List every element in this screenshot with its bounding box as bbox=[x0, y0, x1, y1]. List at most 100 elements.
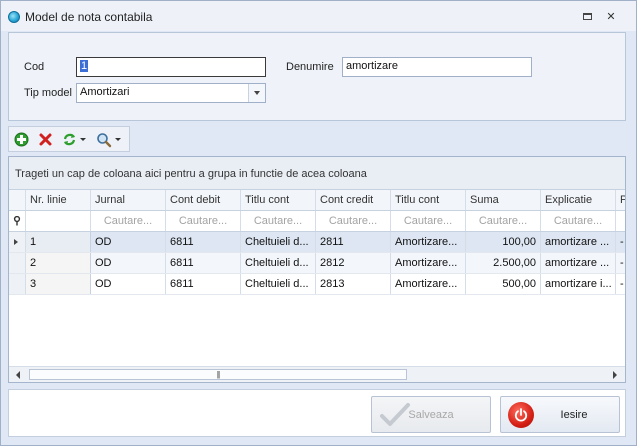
column-header-titlu-cont-debit[interactable]: Titlu cont bbox=[241, 190, 316, 210]
current-row-arrow-icon bbox=[14, 239, 18, 245]
filter-cell-titlu-cont-credit[interactable]: Cautare... bbox=[391, 211, 466, 231]
filter-cell-cont-debit[interactable]: Cautare... bbox=[166, 211, 241, 231]
row-indicator-header bbox=[9, 190, 26, 210]
cell-titlu-cont-debit[interactable]: Cheltuieli d... bbox=[241, 232, 316, 252]
cell-nr-linie[interactable]: 3 bbox=[26, 274, 91, 294]
denumire-label: Denumire bbox=[286, 61, 334, 73]
grid-toolbar bbox=[8, 126, 130, 152]
cell-cont-credit[interactable]: 2812 bbox=[316, 253, 391, 273]
filter-cell-titlu-cont-debit[interactable]: Cautare... bbox=[241, 211, 316, 231]
title-bar[interactable]: Model de nota contabila ✕ bbox=[1, 1, 636, 31]
column-header-explicatie[interactable]: Explicatie bbox=[541, 190, 616, 210]
cell-titlu-cont-debit[interactable]: Cheltuieli d... bbox=[241, 274, 316, 294]
row-indicator bbox=[9, 253, 26, 273]
cell-suma[interactable]: 100,00 bbox=[466, 232, 541, 252]
cell-suma[interactable]: 2.500,00 bbox=[466, 253, 541, 273]
filter-pin-icon bbox=[13, 215, 21, 226]
refresh-dropdown-icon[interactable] bbox=[80, 138, 86, 141]
data-grid: Trageti un cap de coloana aici pentru a … bbox=[8, 156, 626, 383]
column-header-cont-credit[interactable]: Cont credit bbox=[316, 190, 391, 210]
cell-titlu-cont-credit[interactable]: Amortizare... bbox=[391, 232, 466, 252]
cell-cont-credit[interactable]: 2811 bbox=[316, 232, 391, 252]
filter-cell-explicatie[interactable]: Cautare... bbox=[541, 211, 616, 231]
filter-cell-suma[interactable]: Cautare... bbox=[466, 211, 541, 231]
delete-icon bbox=[39, 133, 52, 146]
delete-button[interactable] bbox=[38, 131, 53, 148]
filter-cell-p[interactable] bbox=[616, 211, 625, 231]
scroll-left-button[interactable] bbox=[11, 368, 25, 381]
filter-cell-nr-linie[interactable] bbox=[26, 211, 91, 231]
close-button[interactable]: ✕ bbox=[604, 10, 618, 23]
row-indicator bbox=[9, 274, 26, 294]
cod-value: 1 bbox=[80, 60, 89, 72]
scroll-right-button[interactable] bbox=[608, 368, 622, 381]
cell-titlu-cont-credit[interactable]: Amortizare... bbox=[391, 274, 466, 294]
cell-nr-linie[interactable]: 1 bbox=[26, 232, 91, 252]
app-icon bbox=[8, 11, 20, 23]
cell-jurnal[interactable]: OD bbox=[91, 253, 166, 273]
exit-button[interactable]: Iesire bbox=[500, 396, 620, 433]
cell-p[interactable]: - bbox=[616, 232, 625, 252]
cell-explicatie[interactable]: amortizare ... bbox=[541, 232, 616, 252]
group-panel[interactable]: Trageti un cap de coloana aici pentru a … bbox=[9, 157, 625, 190]
arrow-left-icon bbox=[16, 370, 20, 379]
add-button[interactable] bbox=[14, 131, 29, 148]
save-button-label: Salveaza bbox=[408, 408, 454, 421]
cell-explicatie[interactable]: amortizare i... bbox=[541, 274, 616, 294]
cod-input[interactable]: 1 bbox=[76, 57, 266, 77]
tip-model-combo[interactable]: Amortizari bbox=[76, 83, 266, 103]
column-header-jurnal[interactable]: Jurnal bbox=[91, 190, 166, 210]
cod-label: Cod bbox=[24, 61, 45, 73]
cell-cont-debit[interactable]: 6811 bbox=[166, 274, 241, 294]
column-header-p[interactable]: P bbox=[616, 190, 625, 210]
cell-cont-debit[interactable]: 6811 bbox=[166, 232, 241, 252]
search-icon bbox=[97, 132, 112, 147]
column-header-suma[interactable]: Suma bbox=[466, 190, 541, 210]
column-header-cont-debit[interactable]: Cont debit bbox=[166, 190, 241, 210]
search-button[interactable] bbox=[96, 131, 121, 148]
filter-row-icon bbox=[9, 211, 26, 231]
cell-cont-debit[interactable]: 6811 bbox=[166, 253, 241, 273]
window-title: Model de nota contabila bbox=[25, 10, 153, 24]
close-icon: ✕ bbox=[606, 10, 616, 23]
tip-model-value: Amortizari bbox=[80, 86, 130, 98]
cell-nr-linie[interactable]: 2 bbox=[26, 253, 91, 273]
add-icon bbox=[14, 132, 29, 147]
cell-suma[interactable]: 500,00 bbox=[466, 274, 541, 294]
table-row[interactable]: 1 OD 6811 Cheltuieli d... 2811 Amortizar… bbox=[9, 232, 625, 253]
restore-button[interactable] bbox=[580, 10, 594, 22]
cell-p[interactable]: - bbox=[616, 253, 625, 273]
column-header-nr-linie[interactable]: Nr. linie bbox=[26, 190, 91, 210]
cell-p[interactable]: - bbox=[616, 274, 625, 294]
exit-button-label: Iesire bbox=[560, 408, 588, 421]
denumire-input[interactable]: amortizare bbox=[342, 57, 532, 77]
table-row[interactable]: 3 OD 6811 Cheltuieli d... 2813 Amortizar… bbox=[9, 274, 625, 295]
cell-cont-credit[interactable]: 2813 bbox=[316, 274, 391, 294]
cell-titlu-cont-debit[interactable]: Cheltuieli d... bbox=[241, 253, 316, 273]
row-indicator bbox=[9, 232, 26, 252]
tip-model-dropdown-button[interactable] bbox=[248, 84, 265, 102]
cell-titlu-cont-credit[interactable]: Amortizare... bbox=[391, 253, 466, 273]
cell-jurnal[interactable]: OD bbox=[91, 232, 166, 252]
search-dropdown-icon[interactable] bbox=[115, 138, 121, 141]
dialog-window: Model de nota contabila ✕ Cod 1 Denumire… bbox=[0, 0, 637, 446]
column-header-titlu-cont-credit[interactable]: Titlu cont bbox=[391, 190, 466, 210]
button-bar: Salveaza Iesire bbox=[8, 389, 626, 437]
grid-header: Nr. linie Jurnal Cont debit Titlu cont C… bbox=[9, 190, 625, 211]
tip-model-label: Tip model bbox=[24, 87, 72, 99]
form-panel: Cod 1 Denumire amortizare Tip model Amor… bbox=[8, 32, 626, 121]
cell-explicatie[interactable]: amortizare ... bbox=[541, 253, 616, 273]
cell-jurnal[interactable]: OD bbox=[91, 274, 166, 294]
restore-icon bbox=[582, 12, 592, 20]
chevron-down-icon bbox=[254, 91, 260, 95]
filter-row: Cautare... Cautare... Cautare... Cautare… bbox=[9, 211, 625, 232]
filter-cell-cont-credit[interactable]: Cautare... bbox=[316, 211, 391, 231]
scroll-thumb[interactable]: ||| bbox=[29, 369, 407, 380]
arrow-right-icon bbox=[613, 370, 617, 379]
table-row[interactable]: 2 OD 6811 Cheltuieli d... 2812 Amortizar… bbox=[9, 253, 625, 274]
filter-cell-jurnal[interactable]: Cautare... bbox=[91, 211, 166, 231]
save-button[interactable]: Salveaza bbox=[371, 396, 491, 433]
refresh-button[interactable] bbox=[62, 131, 86, 148]
refresh-icon bbox=[63, 133, 76, 146]
horizontal-scrollbar[interactable]: ||| bbox=[9, 366, 625, 382]
